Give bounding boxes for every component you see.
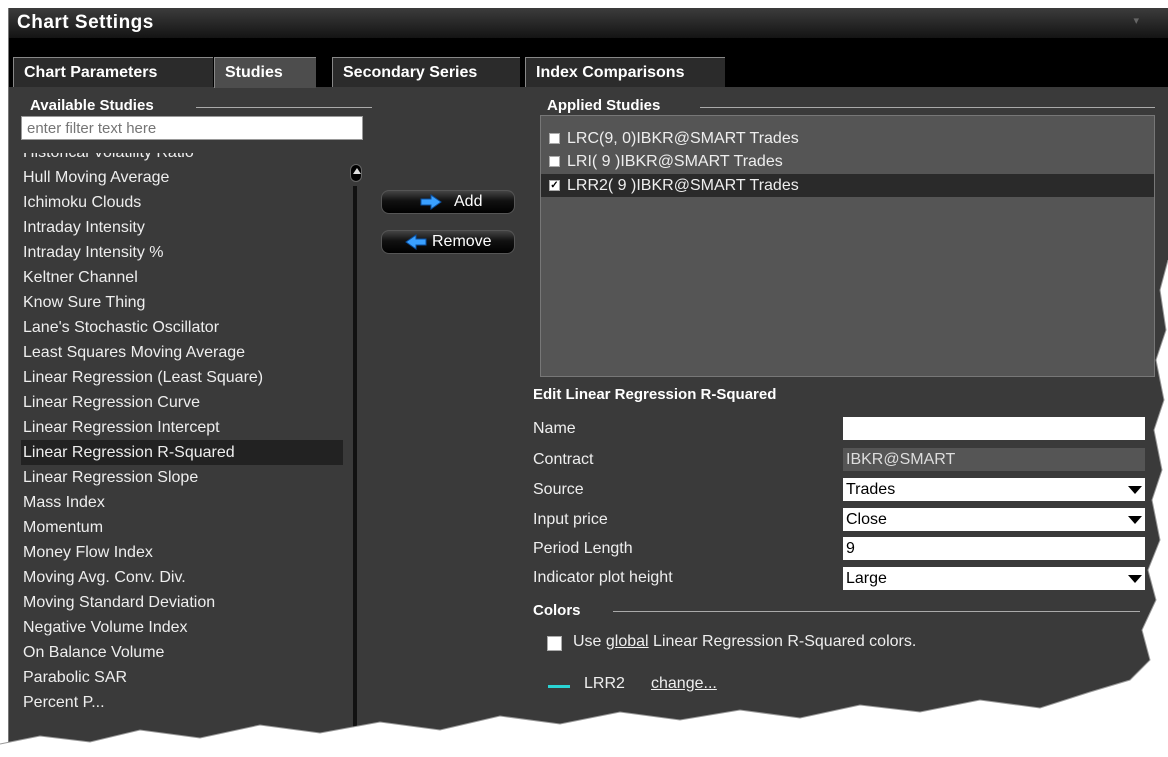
torn-edge-decoration — [0, 259, 1168, 757]
